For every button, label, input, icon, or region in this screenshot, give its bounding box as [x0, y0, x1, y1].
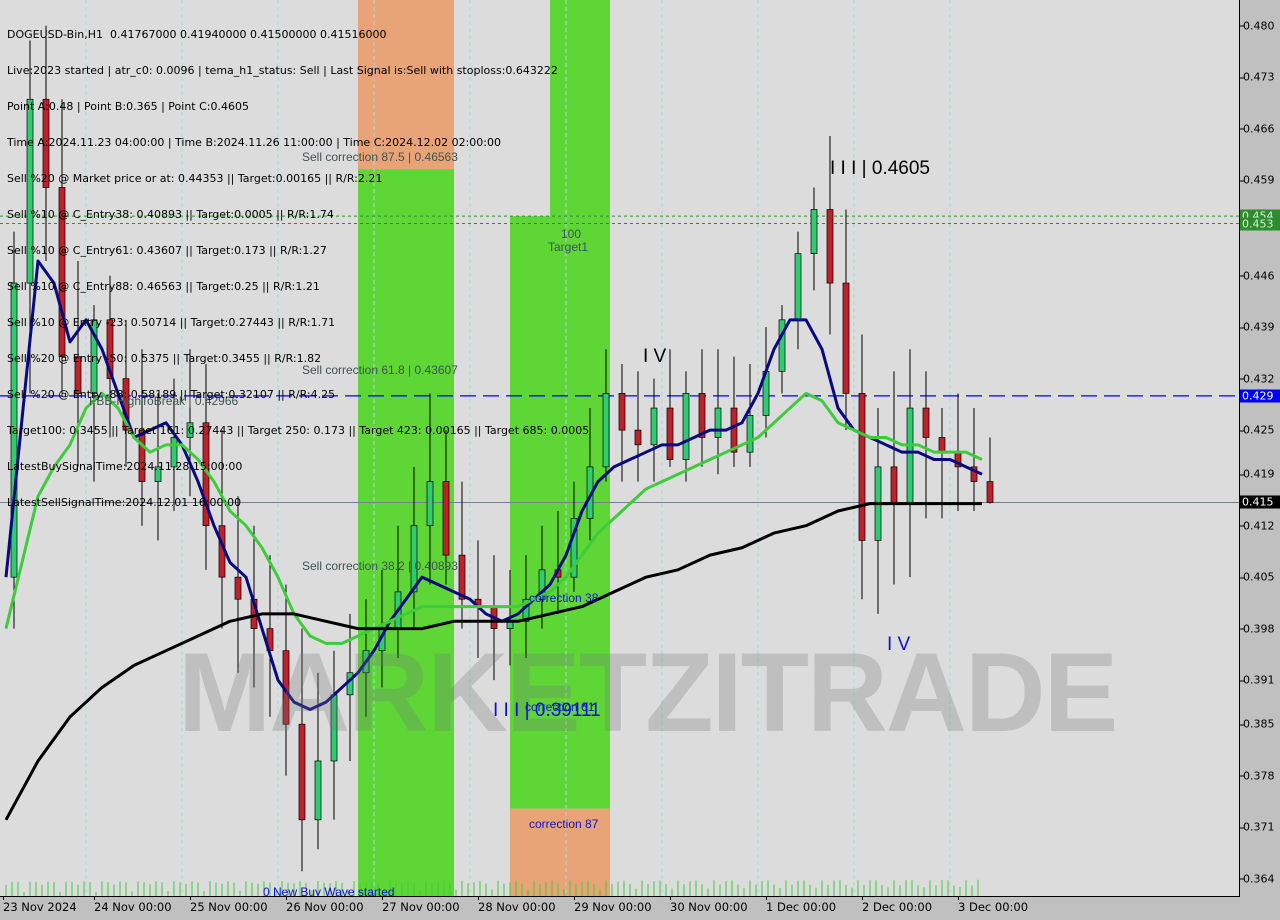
bear-candle: [234, 576, 242, 600]
y-tick-label: 0.439: [1240, 320, 1275, 334]
bull-candle: [714, 407, 722, 438]
y-tick-label: 0.425: [1240, 423, 1275, 437]
y-tick-label: 0.446: [1240, 269, 1275, 283]
y-tick-label: 0.412: [1240, 519, 1275, 533]
bull-candle: [794, 253, 802, 321]
bear-candle: [698, 393, 706, 438]
price-chart[interactable]: [0, 0, 1240, 897]
y-tick-label: 0.432: [1240, 372, 1275, 386]
price-badge-blue: 0.429: [1240, 389, 1280, 403]
bull-candle: [426, 481, 434, 527]
orange-zone-bottom: [510, 808, 610, 896]
bear-candle: [826, 209, 834, 284]
bear-candle: [666, 407, 674, 460]
bear-candle: [986, 481, 994, 503]
bear-candle: [922, 407, 930, 438]
bull-candle: [810, 209, 818, 255]
bull-candle: [602, 393, 610, 468]
bear-candle: [74, 356, 82, 394]
x-tick-label: 1 Dec 00:00: [766, 896, 837, 914]
ma-mid-green-line: [4, 391, 983, 645]
bear-candle: [458, 554, 466, 600]
price-badge-black: 0.415: [1240, 495, 1280, 509]
x-tick-label: 26 Nov 00:00: [286, 896, 364, 914]
bear-candle: [42, 98, 50, 188]
x-tick-label: 29 Nov 00:00: [574, 896, 652, 914]
bull-candle: [682, 393, 690, 460]
bull-candle: [154, 466, 162, 482]
price-badge-green: 0.453: [1240, 217, 1280, 230]
x-tick-label: 30 Nov 00:00: [670, 896, 748, 914]
green-zone-a: [358, 169, 454, 896]
bear-candle: [938, 437, 946, 453]
y-tick-label: 0.473: [1240, 70, 1275, 84]
y-tick-label: 0.466: [1240, 122, 1275, 136]
y-tick-label: 0.419: [1240, 467, 1275, 481]
x-tick-label: 28 Nov 00:00: [478, 896, 556, 914]
orange-zone-top: [358, 0, 454, 170]
y-tick-label: 0.459: [1240, 173, 1275, 187]
y-tick-label: 0.371: [1240, 820, 1275, 834]
bull-candle: [906, 407, 914, 504]
y-tick-label: 0.391: [1240, 673, 1275, 687]
bear-candle: [634, 429, 642, 446]
bull-candle: [650, 407, 658, 446]
bear-candle: [442, 481, 450, 556]
x-tick-label: 24 Nov 00:00: [94, 896, 172, 914]
bear-candle: [138, 429, 146, 482]
bear-candle: [842, 282, 850, 394]
y-tick-label: 0.480: [1240, 19, 1275, 33]
bear-candle: [58, 187, 66, 357]
time-axis[interactable]: 23 Nov 2024 24 Nov 00:00 25 Nov 00:00 26 No…: [0, 896, 1280, 920]
bull-candle: [746, 415, 754, 453]
y-tick-label: 0.405: [1240, 570, 1275, 584]
bull-candle: [330, 694, 338, 762]
bull-candle: [170, 437, 178, 468]
bear-candle: [298, 723, 306, 821]
x-tick-label: 3 Dec 00:00: [958, 896, 1029, 914]
green-zone-b-top: [550, 0, 610, 217]
x-tick-label: 2 Dec 00:00: [862, 896, 933, 914]
price-axis[interactable]: 0.480 0.473 0.466 0.459 0.446 0.439 0.432 0.425…: [1240, 0, 1280, 897]
bull-candle: [314, 760, 322, 821]
y-tick-label: 0.364: [1240, 872, 1275, 886]
y-tick-label: 0.385: [1240, 717, 1275, 731]
bear-candle: [890, 466, 898, 504]
bull-candle: [26, 98, 34, 284]
bear-candle: [730, 407, 738, 453]
x-tick-label: 23 Nov 2024: [3, 896, 77, 914]
bear-candle: [618, 393, 626, 431]
bull-candle: [410, 525, 418, 593]
x-tick-label: 27 Nov 00:00: [382, 896, 460, 914]
x-tick-label: 25 Nov 00:00: [190, 896, 268, 914]
green-zone-b: [510, 216, 610, 809]
y-tick-label: 0.378: [1240, 769, 1275, 783]
bull-candle: [186, 422, 194, 438]
y-tick-label: 0.398: [1240, 622, 1275, 636]
bear-candle: [858, 393, 866, 541]
chart-plot-area[interactable]: MARKETZITRADE Sell correction 87.5 | 0.4…: [0, 0, 1240, 897]
